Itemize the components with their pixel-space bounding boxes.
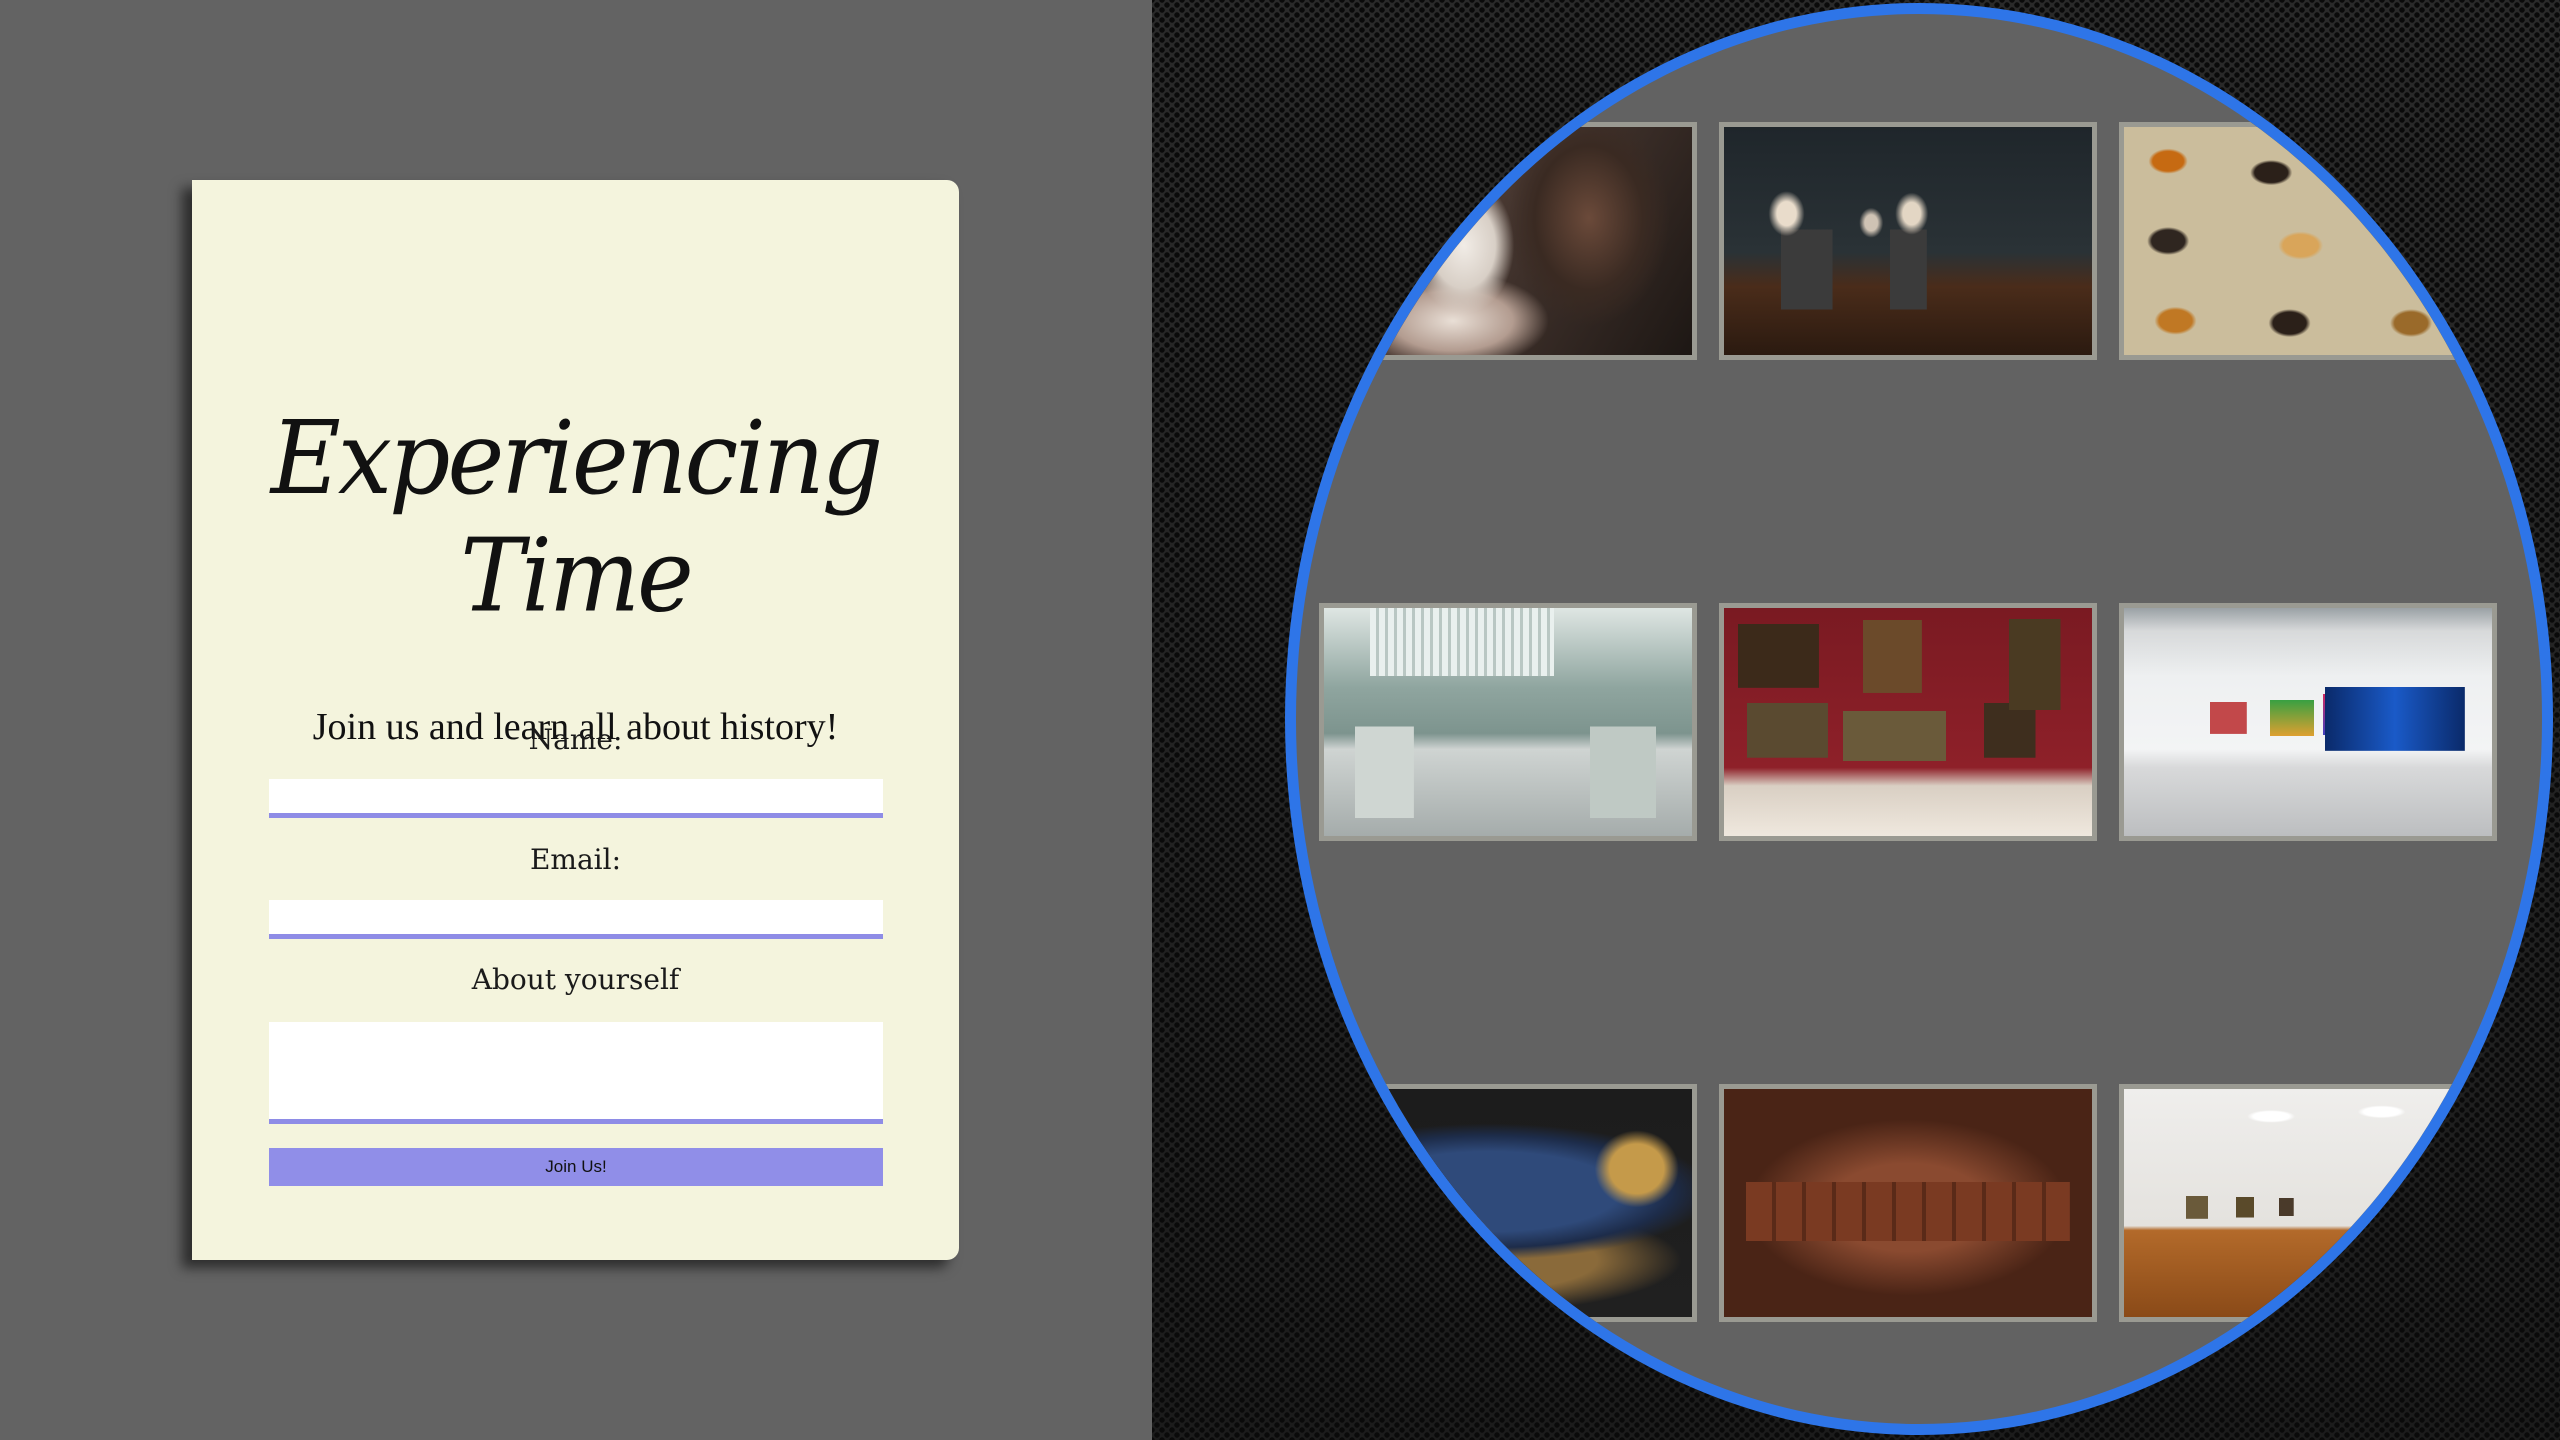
gallery-image-red-salon[interactable] — [1719, 603, 2097, 841]
about-textarea[interactable] — [269, 1022, 883, 1124]
sculpture-hall-photo — [1324, 608, 1692, 836]
bust-photo — [1324, 127, 1692, 355]
gallery-image-dark-hall[interactable] — [1719, 122, 2097, 360]
name-input[interactable] — [269, 779, 883, 818]
relief-wall-photo — [1724, 1089, 2092, 1317]
gallery-image-sarcophagus[interactable] — [1319, 1084, 1697, 1322]
page-title: Experiencing Time — [270, 399, 883, 635]
dark-hall-photo — [1724, 127, 2092, 355]
join-us-button[interactable]: Join Us! — [269, 1148, 883, 1186]
sarcophagus-photo — [1324, 1089, 1692, 1317]
about-label: About yourself — [471, 963, 680, 996]
gallery-image-bust[interactable] — [1319, 122, 1697, 360]
gallery-image-wood-gallery[interactable] — [2119, 1084, 2497, 1322]
gallery-image-butterflies[interactable] — [2119, 122, 2497, 360]
butterflies-photo — [2124, 127, 2492, 355]
email-label: Email: — [529, 843, 622, 876]
left-panel: Experiencing Time Join us and learn all … — [0, 0, 1152, 1440]
wood-gallery-photo — [2124, 1089, 2492, 1317]
email-input[interactable] — [269, 900, 883, 939]
red-salon-photo — [1724, 608, 2092, 836]
name-label: Name: — [528, 723, 623, 756]
signup-card: Experiencing Time Join us and learn all … — [192, 180, 959, 1260]
gallery-image-modern-gallery[interactable] — [2119, 603, 2497, 841]
gallery-image-sculpture-hall[interactable] — [1319, 603, 1697, 841]
modern-gallery-photo — [2124, 608, 2492, 836]
gallery-circle — [1285, 3, 2553, 1435]
gallery-image-relief-wall[interactable] — [1719, 1084, 2097, 1322]
